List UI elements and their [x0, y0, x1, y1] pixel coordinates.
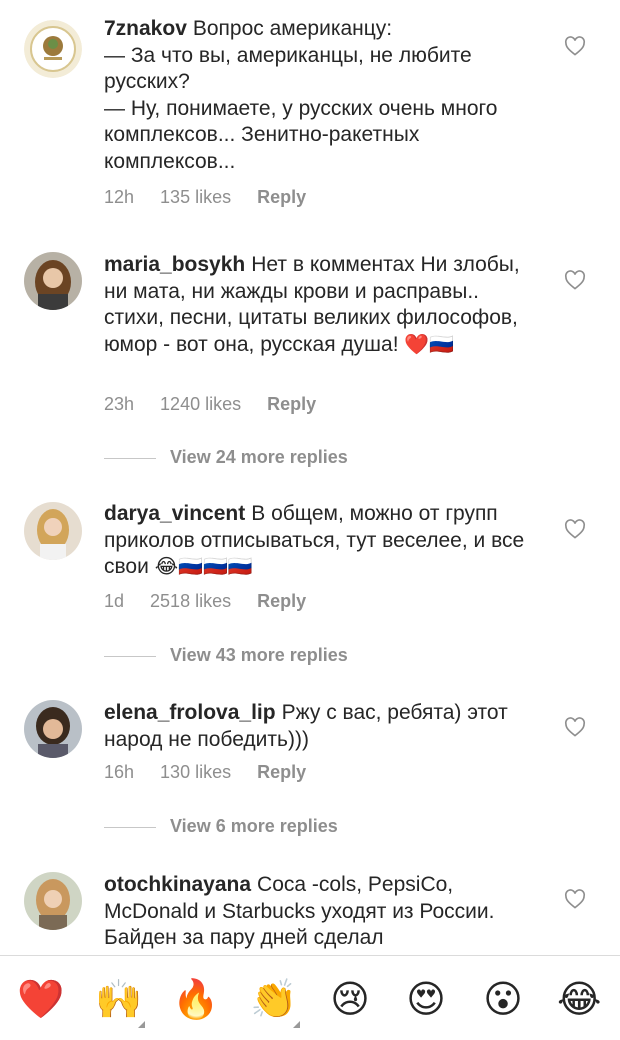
replies-divider — [104, 457, 156, 459]
replies-divider — [104, 655, 156, 657]
like-count[interactable]: 135 likes — [160, 187, 231, 208]
red-heart-emoji[interactable]: ❤️ — [17, 979, 64, 1021]
comment-meta: 1d 2518 likes Reply — [104, 591, 332, 612]
like-heart-icon[interactable] — [564, 519, 586, 539]
crying-face-icon[interactable]: 😢 — [328, 978, 372, 1022]
heart-eyes-emoji[interactable]: 😍 — [406, 979, 446, 1021]
like-count[interactable]: 2518 likes — [150, 591, 231, 612]
avatar[interactable] — [24, 502, 82, 560]
username[interactable]: darya_vincent — [104, 502, 245, 525]
like-heart-icon[interactable] — [564, 889, 586, 909]
heart-eyes-icon[interactable]: 😍 — [404, 978, 448, 1022]
tears-of-joy-icon[interactable]: 😂 — [557, 978, 601, 1022]
username[interactable]: maria_bosykh — [104, 253, 245, 276]
fire-emoji[interactable]: 🔥 — [172, 979, 219, 1021]
emoji-text: ❤️🇷🇺 — [404, 333, 455, 356]
surprised-face-emoji[interactable]: 😮 — [483, 979, 523, 1021]
emoji-text: 😂🇷🇺🇷🇺🇷🇺 — [154, 556, 253, 578]
timestamp: 1d — [104, 591, 125, 611]
view-replies-button[interactable]: View 43 more replies — [104, 645, 348, 667]
view-replies-label[interactable]: View 24 more replies — [170, 447, 348, 467]
timestamp: 23h — [104, 394, 135, 414]
crying-face-emoji[interactable]: 😢 — [330, 979, 370, 1021]
raising-hands-emoji[interactable]: 🙌 — [95, 979, 142, 1021]
fire-icon[interactable]: 🔥 — [172, 978, 219, 1022]
avatar[interactable] — [24, 252, 82, 310]
comment-meta: 23h 1240 likes Reply — [104, 394, 342, 415]
comment-list: 7znakov Вопрос американцу: — За что вы, а… — [0, 0, 620, 955]
clapping-hands-icon[interactable]: 👏 — [250, 978, 300, 1028]
view-replies-label[interactable]: View 43 more replies — [170, 645, 348, 665]
timestamp: 16h — [104, 762, 135, 782]
reply-button[interactable]: Reply — [267, 394, 316, 415]
photo-avatar-icon — [24, 700, 82, 758]
like-heart-icon[interactable] — [564, 270, 586, 290]
comment-meta: 12h 135 likes Reply — [104, 187, 332, 208]
clapping-hands-emoji[interactable]: 👏 — [250, 979, 297, 1021]
like-count[interactable]: 1240 likes — [160, 394, 241, 415]
avatar[interactable] — [24, 872, 82, 930]
avatar[interactable] — [24, 700, 82, 758]
replies-divider — [104, 826, 156, 828]
view-replies-button[interactable]: View 24 more replies — [104, 447, 348, 469]
skin-tone-indicator-icon — [138, 1021, 145, 1028]
comment-meta: 16h 130 likes Reply — [104, 762, 332, 783]
red-heart-icon[interactable]: ❤️ — [17, 978, 64, 1022]
photo-avatar-icon — [24, 872, 82, 930]
like-heart-icon[interactable] — [564, 717, 586, 737]
reply-button[interactable]: Reply — [257, 762, 306, 783]
skin-tone-indicator-icon — [293, 1021, 300, 1028]
like-heart-icon[interactable] — [564, 36, 586, 56]
surprised-face-icon[interactable]: 😮 — [481, 978, 525, 1022]
photo-avatar-icon — [24, 252, 82, 310]
view-replies-button[interactable]: View 6 more replies — [104, 816, 338, 838]
username[interactable]: 7znakov — [104, 17, 187, 40]
view-replies-label[interactable]: View 6 more replies — [170, 816, 338, 836]
comment-text: Вопрос американцу: — За что вы, американ… — [104, 17, 498, 173]
emoji-reaction-bar: ❤️ 🙌 🔥 👏 😢 😍 😮 😂 — [0, 955, 620, 1040]
like-count[interactable]: 130 likes — [160, 762, 231, 783]
photo-avatar-icon — [24, 502, 82, 560]
tears-of-joy-emoji[interactable]: 😂 — [557, 979, 601, 1021]
avatar[interactable] — [24, 20, 82, 78]
timestamp: 12h — [104, 187, 135, 207]
logo-avatar-icon — [24, 20, 82, 78]
username[interactable]: elena_frolova_lip — [104, 701, 276, 724]
username[interactable]: otochkinayana — [104, 873, 251, 896]
reply-button[interactable]: Reply — [257, 591, 306, 612]
reply-button[interactable]: Reply — [257, 187, 306, 208]
raising-hands-icon[interactable]: 🙌 — [95, 978, 145, 1028]
